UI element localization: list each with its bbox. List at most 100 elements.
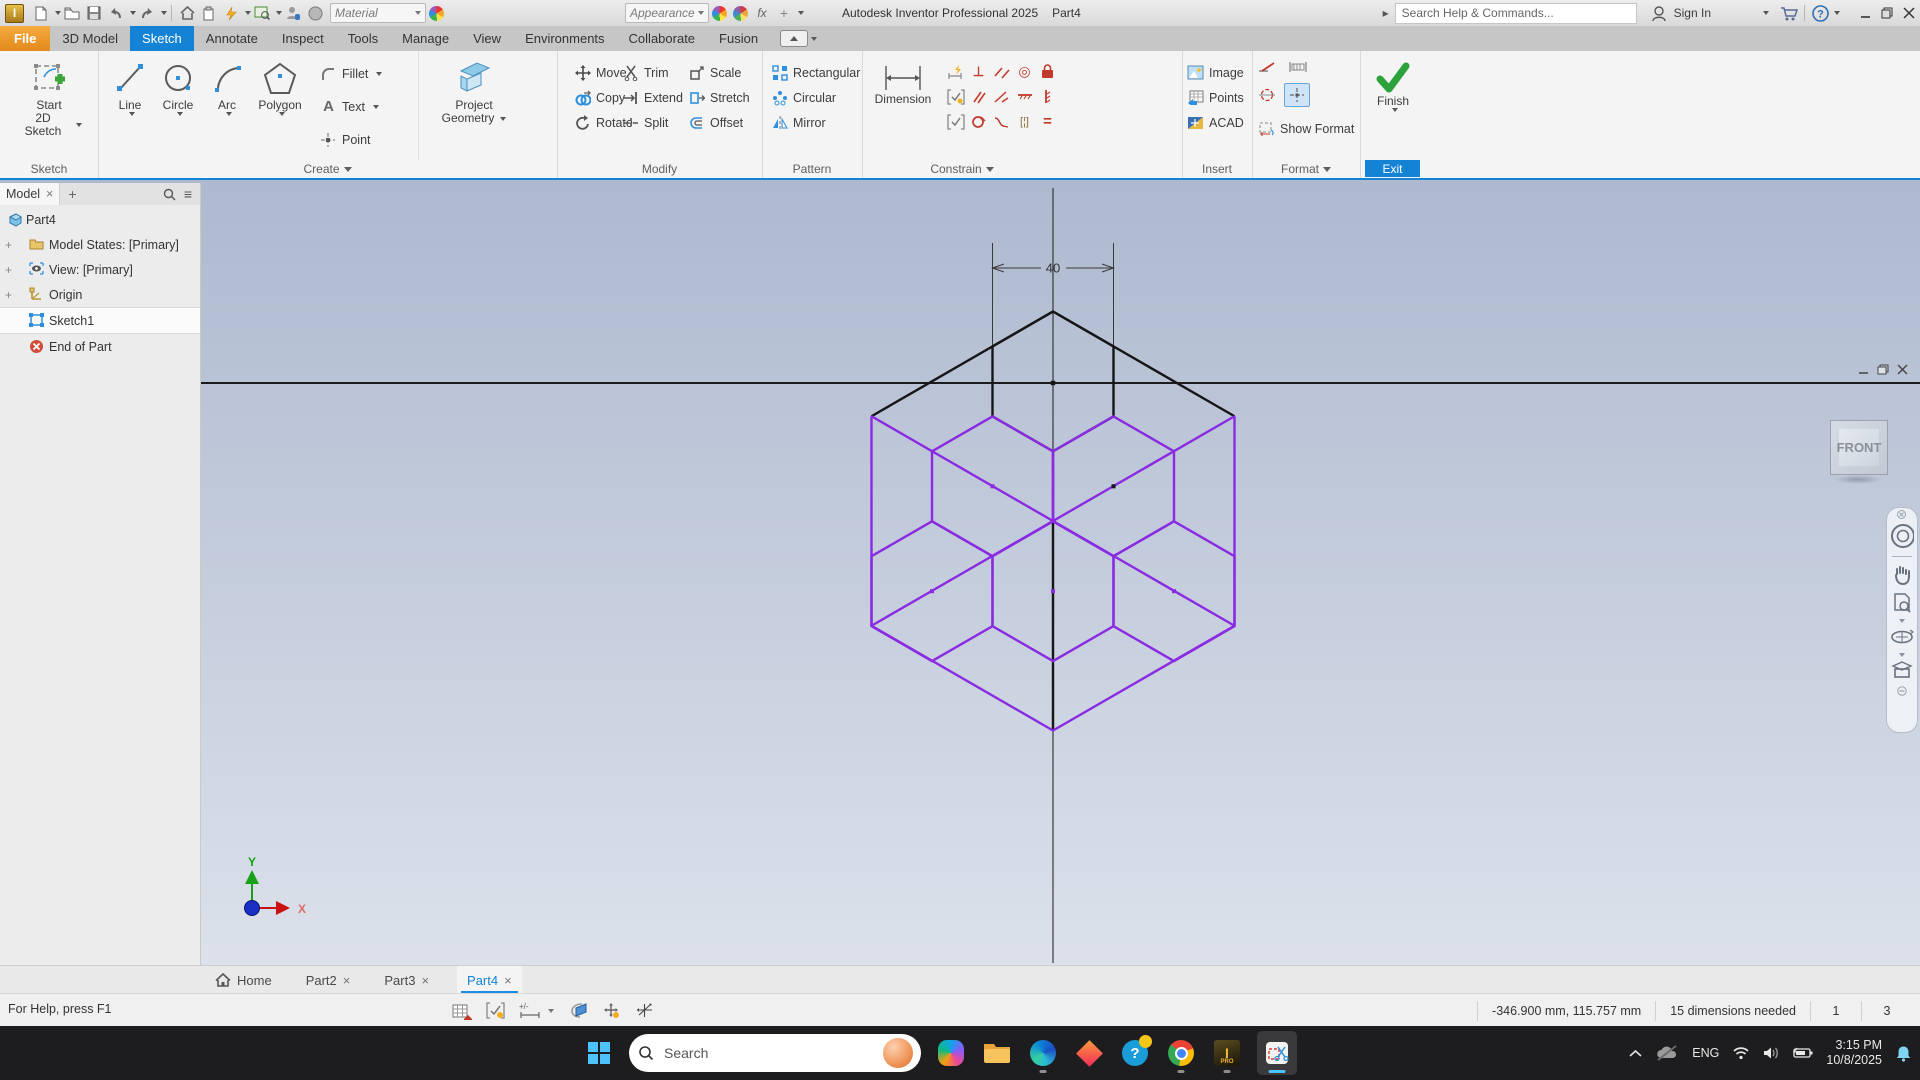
bolt-dropdown[interactable] [245, 11, 251, 15]
horizontal-constraint-icon[interactable] [1017, 91, 1033, 103]
diamond-app-button[interactable] [1073, 1031, 1105, 1075]
minimize-button[interactable] [1854, 3, 1876, 23]
extend-button[interactable]: Extend [623, 85, 683, 110]
new-file-button[interactable] [31, 3, 51, 23]
line-tool-button[interactable]: Line [110, 59, 150, 116]
navbar-close-icon[interactable] [1889, 510, 1913, 519]
mirror-button[interactable]: Mirror [772, 110, 860, 135]
store-cart-icon[interactable] [1779, 3, 1799, 23]
redo-button[interactable] [137, 3, 157, 23]
construction-toggle-icon[interactable] [1258, 61, 1276, 73]
point-tool-button[interactable]: Point [320, 127, 382, 152]
slice-graphics-icon[interactable] [568, 1002, 588, 1019]
start-2d-sketch-button[interactable]: Start 2D Sketch [16, 59, 82, 138]
split-button[interactable]: Split [623, 110, 683, 135]
material-combo[interactable]: Material [330, 3, 426, 23]
equal-constraint-icon[interactable]: = [1043, 113, 1052, 130]
symmetric-constraint-icon[interactable]: [¦] [1020, 116, 1029, 128]
concentric-constraint-icon[interactable]: ◎ [1018, 63, 1030, 80]
fx-parameters-button[interactable]: fx [752, 3, 772, 23]
dimension-40[interactable]: 40 [990, 261, 1116, 276]
insert-acad-button[interactable]: ACAD [1187, 110, 1244, 135]
fix-constraint-icon[interactable] [971, 114, 986, 129]
tree-item-part[interactable]: Part4 [0, 207, 200, 232]
tree-item-sketch1[interactable]: Sketch1 [0, 307, 200, 334]
viewcube[interactable]: FRONT [1830, 420, 1888, 475]
help-app-button[interactable]: ? [1119, 1031, 1152, 1075]
dimension-display-icon[interactable]: +/- [519, 1003, 554, 1019]
tab-view[interactable]: View [461, 26, 513, 51]
tangent-constraint-icon[interactable] [994, 90, 1009, 104]
parallel-constraint-icon[interactable] [972, 90, 986, 104]
snap-grid-icon[interactable] [452, 1002, 472, 1020]
show-all-constraints-icon[interactable] [486, 1002, 505, 1019]
tab-manage[interactable]: Manage [390, 26, 461, 51]
capture-button[interactable] [252, 3, 272, 23]
copilot-button[interactable] [935, 1031, 967, 1075]
project-geometry-button[interactable]: Project Geometry [436, 59, 512, 125]
text-tool-button[interactable]: A Text [320, 94, 382, 119]
zoom-dropdown[interactable] [1899, 619, 1905, 623]
vertical-constraint-icon[interactable] [1042, 89, 1054, 104]
volume-icon[interactable] [1763, 1046, 1780, 1060]
redo-dropdown[interactable] [161, 11, 167, 15]
browser-add-tab-icon[interactable]: + [68, 186, 76, 202]
degrees-of-freedom-icon[interactable] [635, 1002, 654, 1019]
constraint-inference-icon[interactable] [602, 1002, 621, 1019]
help-dropdown[interactable] [1834, 11, 1840, 15]
close-tab-icon[interactable]: × [343, 973, 351, 988]
help-search-input[interactable]: Search Help & Commands... [1394, 2, 1637, 24]
collinear-constraint-icon[interactable] [993, 65, 1010, 79]
qat-customize-dropdown[interactable] [798, 11, 804, 15]
paste-button[interactable] [199, 3, 219, 23]
tray-language[interactable]: ENG [1692, 1046, 1719, 1060]
navigation-wheel-icon[interactable] [1890, 523, 1914, 549]
adjust-appearance-icon[interactable] [712, 5, 727, 21]
undo-button[interactable] [106, 3, 126, 23]
tab-environments[interactable]: Environments [513, 26, 616, 51]
driven-dimension-icon[interactable] [1288, 60, 1308, 74]
tab-tools[interactable]: Tools [336, 26, 390, 51]
tab-fusion[interactable]: Fusion [707, 26, 770, 51]
navbar-menu-icon[interactable] [1890, 686, 1914, 696]
help-button[interactable]: ? [1810, 3, 1830, 23]
offset-button[interactable]: Offset [689, 110, 750, 135]
insert-points-button[interactable]: Points [1187, 85, 1244, 110]
orbit-dropdown[interactable] [1899, 653, 1905, 657]
orbit-icon[interactable] [1890, 626, 1914, 648]
doc-tab-home[interactable]: Home [205, 966, 282, 994]
tray-chevron-icon[interactable] [1629, 1049, 1642, 1057]
tab-annotate[interactable]: Annotate [194, 26, 270, 51]
home-button[interactable] [177, 3, 197, 23]
file-explorer-button[interactable] [981, 1031, 1013, 1075]
tree-item-view[interactable]: + View: [Primary] [0, 257, 200, 282]
doc-close-icon[interactable] [1897, 364, 1908, 375]
sketch-graphics[interactable]: 40 Y X [0, 180, 1920, 965]
smooth-constraint-icon[interactable] [994, 115, 1009, 129]
zoom-icon[interactable] [1890, 592, 1914, 614]
scale-button[interactable]: Scale [689, 60, 750, 85]
fillet-tool-button[interactable]: Fillet [320, 61, 383, 86]
expander-icon[interactable]: + [3, 263, 14, 277]
appearance-wheel-icon[interactable] [429, 5, 444, 21]
undo-dropdown[interactable] [130, 11, 136, 15]
imate-bolt-button[interactable] [221, 3, 241, 23]
doc-restore-icon[interactable] [1877, 364, 1889, 375]
close-button[interactable] [1898, 3, 1920, 23]
close-tab-icon[interactable]: × [504, 973, 512, 988]
inventor-app-button[interactable]: I PRO [1211, 1031, 1243, 1075]
taskbar-search[interactable]: Search [629, 1034, 921, 1072]
show-format-button[interactable]: Show Format [1258, 116, 1354, 141]
tree-item-end-of-part[interactable]: End of Part [0, 334, 200, 359]
start-button[interactable] [583, 1031, 615, 1075]
look-at-icon[interactable] [1890, 660, 1914, 680]
material-sphere-icon[interactable] [305, 3, 325, 23]
sign-in-label[interactable]: Sign In [1674, 6, 1711, 20]
auto-dimension-icon[interactable] [947, 64, 965, 80]
tab-file[interactable]: File [0, 26, 51, 51]
doc-tab-part4[interactable]: Part4 × [457, 966, 522, 994]
save-button[interactable] [84, 3, 104, 23]
graphics-canvas[interactable]: 40 Y X FRONT [0, 180, 1920, 965]
open-button[interactable] [62, 3, 82, 23]
doc-tab-part2[interactable]: Part2 × [296, 966, 361, 994]
